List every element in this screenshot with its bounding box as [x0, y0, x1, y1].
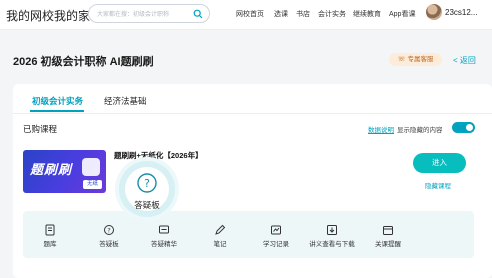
course-title: 题刷刷+无纸化【2026年】	[114, 151, 203, 160]
data-note-link[interactable]: 数据说明	[368, 124, 394, 134]
avatar[interactable]	[426, 4, 442, 20]
tool-close-reminder[interactable]: 关课提醒	[366, 224, 410, 248]
vip-service-label: 专属客服	[407, 56, 434, 63]
search-icon[interactable]	[193, 9, 203, 19]
tool-handout-download[interactable]: 讲义查看与下载	[308, 224, 356, 248]
toggle-knob	[466, 124, 473, 131]
show-hidden-label: 显示隐藏的内容	[397, 127, 443, 134]
question-bank-icon	[45, 224, 55, 236]
tool-label: 关课提醒	[375, 241, 401, 248]
vip-service-button[interactable]: ☏ 专属客服	[389, 53, 442, 66]
qa-board-icon: ?	[137, 173, 157, 193]
svg-text:?: ?	[107, 226, 110, 234]
qa-board-icon: ?	[104, 225, 114, 235]
tab-economic-law[interactable]: 经济法基础	[104, 95, 147, 107]
tool-label: 学习记录	[263, 241, 289, 248]
handout-download-icon	[327, 225, 337, 235]
tool-question-bank[interactable]: 题库	[28, 224, 72, 248]
purchased-courses-label: 已购课程	[23, 124, 58, 134]
enter-button[interactable]: 进入	[413, 153, 466, 173]
nav-app[interactable]: App看课	[389, 9, 415, 19]
search-input[interactable]: 大家都在搜：初级会计职称	[88, 4, 210, 23]
tab-divider	[13, 113, 492, 114]
qa-essence-icon	[159, 225, 169, 234]
nav-bookstore[interactable]: 书店	[296, 9, 310, 19]
username[interactable]: 23cs12...	[445, 8, 477, 17]
study-record-icon	[271, 225, 281, 235]
show-hidden-toggle[interactable]	[452, 122, 475, 133]
search-placeholder: 大家都在搜：初级会计职称	[97, 12, 170, 18]
tool-qa-board[interactable]: ? 答疑板	[87, 224, 131, 248]
thumbnail-title: 题刷刷	[30, 162, 73, 177]
tool-label: 题库	[43, 241, 57, 248]
tool-qa-essence[interactable]: 答疑精华	[142, 224, 186, 248]
headset-icon: ☏	[397, 56, 408, 63]
back-link[interactable]: < 返回	[453, 55, 476, 66]
nav-select-course[interactable]: 选课	[274, 9, 288, 19]
nav-accounting[interactable]: 会计实务	[318, 9, 346, 19]
tool-label: 讲义查看与下载	[309, 241, 355, 248]
course-thumbnail[interactable]: 题刷刷 无纸	[23, 150, 106, 193]
tool-label: 笔记	[213, 241, 227, 248]
tool-study-record[interactable]: 学习记录	[254, 224, 298, 248]
close-reminder-icon	[383, 226, 393, 235]
chat-bubble-icon	[82, 158, 100, 176]
page-title: 2026 初级会计职称 AI题刷刷	[13, 56, 154, 68]
nav-home[interactable]: 网校首页	[236, 9, 264, 19]
thumbnail-tag: 无纸	[83, 180, 102, 189]
hide-course-link[interactable]: 隐藏课程	[425, 180, 451, 190]
notes-icon	[215, 224, 226, 235]
active-tab-indicator	[30, 110, 84, 112]
tool-notes[interactable]: 笔记	[198, 224, 242, 248]
tool-label: 答疑精华	[151, 241, 177, 248]
tab-accounting-practice[interactable]: 初级会计实务	[32, 95, 83, 107]
site-logo[interactable]: 我的网校我的家	[6, 7, 90, 24]
svg-text:?: ?	[144, 177, 150, 190]
highlight-label: 答疑板	[134, 200, 160, 210]
tool-label: 答疑板	[99, 241, 119, 248]
nav-continuing-edu[interactable]: 继续教育	[353, 9, 381, 19]
